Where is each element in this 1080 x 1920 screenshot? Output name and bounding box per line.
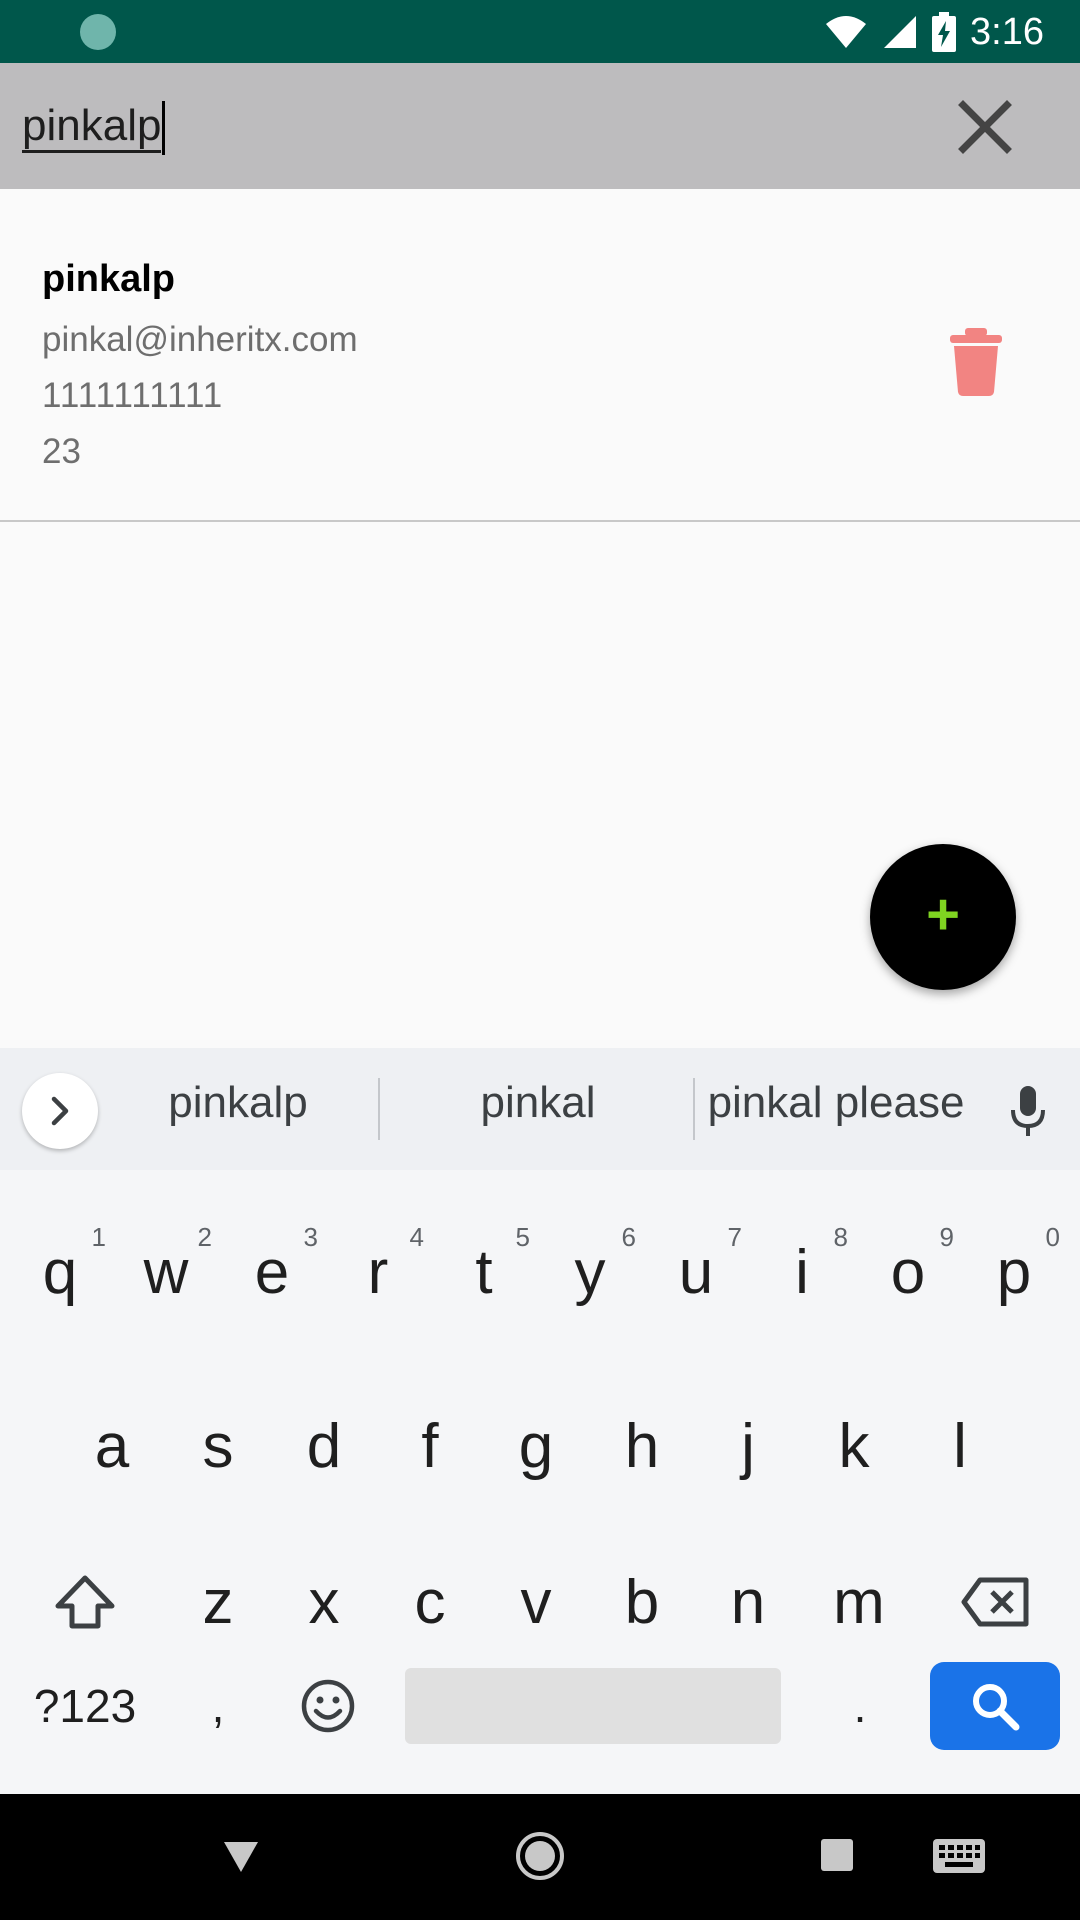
key-p[interactable]: p0 xyxy=(964,1222,1064,1322)
key-b[interactable]: b xyxy=(592,1552,692,1652)
close-icon xyxy=(958,100,1012,154)
contact-name: pinkalp xyxy=(42,258,176,300)
plus-icon: + xyxy=(926,882,960,947)
key-hint: 6 xyxy=(621,1222,636,1252)
key-s[interactable]: s xyxy=(168,1396,268,1496)
search-input[interactable]: pinkalp xyxy=(22,93,902,159)
period-key[interactable]: . xyxy=(810,1662,910,1750)
list-item[interactable]: pinkalp pinkal@inheritx.com 1111111111 2… xyxy=(0,190,1080,522)
trash-icon xyxy=(950,328,1002,396)
recents-icon[interactable] xyxy=(820,1838,854,1872)
status-bar: 3:16 xyxy=(0,0,1080,63)
comma-key[interactable]: , xyxy=(168,1662,268,1750)
search-icon xyxy=(973,1684,1020,1731)
key-hint: 7 xyxy=(727,1222,742,1252)
suggestion-1[interactable]: pinkalp xyxy=(138,1078,338,1128)
key-w[interactable]: w2 xyxy=(116,1222,216,1322)
key-g[interactable]: g xyxy=(486,1396,586,1496)
key-label: u xyxy=(678,1237,714,1307)
key-m[interactable]: m xyxy=(804,1552,914,1652)
key-hint: 5 xyxy=(515,1222,530,1252)
key-l[interactable]: l xyxy=(910,1396,1010,1496)
key-hint: 8 xyxy=(833,1222,848,1252)
suggestion-strip: pinkalp pinkal pinkal please xyxy=(0,1048,1080,1170)
chevron-right-icon xyxy=(51,1096,69,1126)
add-button[interactable]: + xyxy=(870,844,1016,990)
suggestion-divider xyxy=(693,1078,695,1140)
key-r[interactable]: r4 xyxy=(328,1222,428,1322)
backspace-key[interactable] xyxy=(940,1552,1050,1652)
text-cursor xyxy=(162,101,166,156)
key-hint: 2 xyxy=(197,1222,212,1252)
key-t[interactable]: t5 xyxy=(434,1222,534,1322)
key-u[interactable]: u7 xyxy=(646,1222,746,1322)
key-y[interactable]: y6 xyxy=(540,1222,640,1322)
key-i[interactable]: i8 xyxy=(752,1222,852,1322)
search-bar: pinkalp xyxy=(0,63,1080,189)
key-label: e xyxy=(254,1237,290,1307)
expand-suggestions-button[interactable] xyxy=(22,1073,98,1149)
keyboard-switch-icon[interactable] xyxy=(932,1838,986,1874)
suggestion-divider xyxy=(378,1078,380,1140)
wifi-icon xyxy=(826,16,867,48)
key-label: q xyxy=(42,1237,78,1307)
search-query: pinkalp xyxy=(22,101,162,153)
backspace-icon xyxy=(961,1577,1029,1627)
key-label: w xyxy=(143,1237,189,1307)
microphone-icon xyxy=(1011,1086,1045,1136)
navigation-bar xyxy=(0,1794,1080,1920)
contact-email: pinkal@inheritx.com xyxy=(42,320,358,359)
status-time: 3:16 xyxy=(970,10,1044,53)
contact-phone: 1111111111 xyxy=(42,376,224,415)
battery-charging-icon xyxy=(932,12,957,52)
shift-key[interactable] xyxy=(30,1552,140,1652)
contact-age: 23 xyxy=(42,432,81,471)
key-hint: 9 xyxy=(939,1222,954,1252)
symbols-key[interactable]: ?123 xyxy=(20,1662,150,1750)
keyboard: q1 w2 e3 r4 t5 y6 u7 i8 o9 p0 a s d f g … xyxy=(0,1170,1080,1794)
key-n[interactable]: n xyxy=(698,1552,798,1652)
back-icon[interactable] xyxy=(222,1840,260,1874)
key-hint: 4 xyxy=(409,1222,424,1252)
key-x[interactable]: x xyxy=(274,1552,374,1652)
key-f[interactable]: f xyxy=(380,1396,480,1496)
search-action-key[interactable] xyxy=(930,1662,1060,1750)
key-v[interactable]: v xyxy=(486,1552,586,1652)
key-q[interactable]: q1 xyxy=(10,1222,110,1322)
shift-icon xyxy=(55,1575,115,1629)
key-k[interactable]: k xyxy=(804,1396,904,1496)
key-label: i xyxy=(795,1237,809,1307)
emoji-icon xyxy=(301,1679,355,1733)
suggestion-2[interactable]: pinkal xyxy=(438,1078,638,1128)
key-a[interactable]: a xyxy=(62,1396,162,1496)
suggestion-3[interactable]: pinkal please xyxy=(704,1078,968,1128)
delete-button[interactable] xyxy=(948,328,1004,396)
key-label: t xyxy=(475,1237,493,1307)
key-h[interactable]: h xyxy=(592,1396,692,1496)
key-hint: 0 xyxy=(1045,1222,1060,1252)
key-o[interactable]: o9 xyxy=(858,1222,958,1322)
home-icon[interactable] xyxy=(514,1830,566,1882)
key-label: p xyxy=(996,1237,1032,1307)
key-label: o xyxy=(890,1237,926,1307)
key-z[interactable]: z xyxy=(168,1552,268,1652)
key-label: y xyxy=(574,1237,606,1307)
key-j[interactable]: j xyxy=(698,1396,798,1496)
key-d[interactable]: d xyxy=(274,1396,374,1496)
emoji-key[interactable] xyxy=(278,1662,378,1750)
key-c[interactable]: c xyxy=(380,1552,480,1652)
signal-icon xyxy=(884,16,917,48)
key-hint: 3 xyxy=(303,1222,318,1252)
clear-search-button[interactable] xyxy=(950,92,1020,162)
key-e[interactable]: e3 xyxy=(222,1222,322,1322)
key-label: r xyxy=(367,1237,389,1307)
sync-icon xyxy=(80,14,116,50)
space-key[interactable] xyxy=(405,1668,781,1744)
voice-input-button[interactable] xyxy=(1008,1086,1048,1143)
key-hint: 1 xyxy=(91,1222,106,1252)
status-icons: 3:16 xyxy=(824,8,1044,56)
